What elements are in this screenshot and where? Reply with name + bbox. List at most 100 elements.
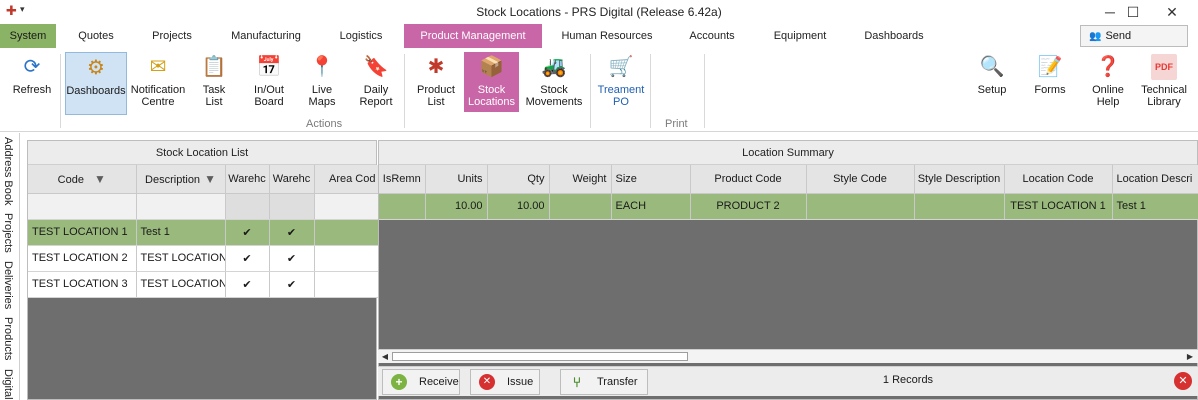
column-header-product-code[interactable]: Product Code <box>690 165 807 194</box>
column-header-weight[interactable]: Weight <box>549 165 612 194</box>
table-row[interactable]: TEST LOCATION 2 TEST LOCATION 2 ✔ ✔ <box>28 245 379 272</box>
close-icon[interactable]: ✕ <box>1174 372 1192 390</box>
dashboard-icon: ⚙ <box>87 57 105 79</box>
column-header-isremn[interactable]: IsRemn <box>379 165 426 194</box>
column-header-qty[interactable]: Qty <box>487 165 550 194</box>
cell-style-code <box>806 193 915 220</box>
filter-cell[interactable] <box>28 193 137 220</box>
maximize-button[interactable]: ☐ <box>1113 0 1153 24</box>
record-count: 1 Records <box>882 374 934 386</box>
calendar-icon: 📅 <box>256 56 282 78</box>
ribbon-separator <box>590 54 591 128</box>
tab-accounts[interactable]: Accounts <box>676 24 748 48</box>
table-row[interactable]: 10.00 10.00 EACH PRODUCT 2 TEST LOCATION… <box>379 193 1198 220</box>
daily-report-button[interactable]: 🔖 Daily Report <box>356 52 396 112</box>
task-list-icon: 📋 <box>201 56 227 78</box>
dashboards-button[interactable]: ⚙ Dashboards <box>65 52 127 115</box>
group-label-print: Print <box>665 118 688 130</box>
side-nav-products[interactable]: Products <box>2 317 14 360</box>
column-description-label: Description <box>145 173 201 186</box>
scroll-right-icon[interactable]: ▶ <box>1184 350 1196 363</box>
transfer-button[interactable]: ⑂ Transfer <box>560 369 648 395</box>
checkmark-icon[interactable]: ✔ <box>225 271 270 298</box>
issue-label: Issue <box>507 376 534 388</box>
side-nav-projects[interactable]: Projects <box>2 213 14 253</box>
side-nav-deliveries[interactable]: Deliveries <box>2 261 14 309</box>
column-header-location-description[interactable]: Location Descri <box>1112 165 1198 194</box>
product-list-button[interactable]: ✱ Product List <box>414 52 458 112</box>
filter-cell[interactable] <box>314 193 379 220</box>
ribbon-separator <box>650 54 651 128</box>
people-icon: 👥 <box>1089 31 1102 42</box>
filter-icon[interactable]: ▼ <box>94 172 106 186</box>
treament-label-1: Treament <box>597 84 645 96</box>
column-header-warehouse-2[interactable]: Warehc <box>269 165 315 194</box>
refresh-button[interactable]: ⟳ Refresh <box>8 52 56 112</box>
setup-button[interactable]: 🔍 Setup <box>972 52 1012 112</box>
tab-logistics[interactable]: Logistics <box>325 24 397 48</box>
tab-manufacturing[interactable]: Manufacturing <box>218 24 314 48</box>
column-header-code[interactable]: Code ▼ <box>28 165 137 194</box>
close-window-button[interactable]: ✕ <box>1152 0 1192 24</box>
tab-system[interactable]: System <box>0 24 56 48</box>
location-summary-title: Location Summary <box>379 141 1197 165</box>
tab-product-management[interactable]: Product Management <box>404 24 542 48</box>
map-pin-icon: 📍 <box>309 56 335 78</box>
receive-button[interactable]: + Receive <box>382 369 460 395</box>
setup-icon: 🔍 <box>979 56 1005 78</box>
table-row[interactable]: TEST LOCATION 1 Test 1 ✔ ✔ <box>28 219 379 246</box>
tab-dashboards[interactable]: Dashboards <box>852 24 936 48</box>
forms-button[interactable]: 📝 Forms <box>1030 52 1070 112</box>
cell-description: Test 1 <box>136 219 226 246</box>
filter-cell[interactable] <box>225 193 270 220</box>
checkmark-icon[interactable]: ✔ <box>269 219 315 246</box>
cell-area <box>314 219 379 246</box>
library-label-2: Library <box>1147 96 1181 108</box>
in-out-board-button[interactable]: 📅 In/Out Board <box>248 52 290 112</box>
side-nav-address-book[interactable]: Address Book <box>2 137 14 205</box>
send-notification-button[interactable]: 👥Send Notification <box>1080 25 1188 63</box>
column-header-warehouse-1[interactable]: Warehc <box>225 165 270 194</box>
column-header-size[interactable]: Size <box>611 165 691 194</box>
live-maps-button[interactable]: 📍 Live Maps <box>302 52 342 112</box>
tab-human-resources[interactable]: Human Resources <box>552 24 662 48</box>
filter-icon[interactable]: ▼ <box>204 172 216 186</box>
report-icon: 🔖 <box>363 56 389 78</box>
column-header-style-code[interactable]: Style Code <box>806 165 915 194</box>
tab-equipment[interactable]: Equipment <box>760 24 840 48</box>
filter-cell[interactable] <box>136 193 226 220</box>
online-help-button[interactable]: ❓ Online Help <box>1086 52 1130 112</box>
treament-po-button[interactable]: 🛒 Treament PO <box>596 52 646 112</box>
checkmark-icon[interactable]: ✔ <box>225 245 270 272</box>
notification-centre-button[interactable]: ✉ Notification Centre <box>128 52 188 112</box>
library-label-1: Technical <box>1141 84 1187 96</box>
tab-quotes[interactable]: Quotes <box>64 24 128 48</box>
filter-cell[interactable] <box>269 193 315 220</box>
task-list-button[interactable]: 📋 Task List <box>194 52 234 112</box>
checkmark-icon[interactable]: ✔ <box>269 245 315 272</box>
column-header-area-code[interactable]: Area Cod <box>314 165 379 194</box>
scrollbar-thumb[interactable] <box>392 352 688 361</box>
column-header-units[interactable]: Units <box>425 165 488 194</box>
technical-library-button[interactable]: PDF Technical Library <box>1138 52 1190 112</box>
checkmark-icon[interactable]: ✔ <box>269 271 315 298</box>
horizontal-scrollbar[interactable]: ◀ ▶ <box>378 349 1198 363</box>
column-header-location-code[interactable]: Location Code <box>1004 165 1113 194</box>
side-nav-digital[interactable]: Digital <box>2 369 14 400</box>
column-header-description[interactable]: Description ▼ <box>136 165 226 194</box>
table-row[interactable]: TEST LOCATION 3 TEST LOCATION 3 ✔ ✔ <box>28 271 379 298</box>
cell-description: TEST LOCATION 3 <box>136 271 226 298</box>
checkmark-icon[interactable]: ✔ <box>225 219 270 246</box>
cell-code: TEST LOCATION 2 <box>28 245 137 272</box>
tab-projects[interactable]: Projects <box>138 24 206 48</box>
group-label-actions: Actions <box>306 118 343 130</box>
setup-label: Setup <box>977 84 1007 96</box>
column-header-style-description[interactable]: Style Description <box>914 165 1005 194</box>
cell-code: TEST LOCATION 1 <box>28 219 137 246</box>
issue-button[interactable]: ✕ Issue <box>470 369 540 395</box>
scroll-left-icon[interactable]: ◀ <box>379 350 391 363</box>
stock-locations-button[interactable]: 📦 Stock Locations <box>464 52 519 112</box>
filter-row[interactable] <box>28 193 379 220</box>
stock-movements-button[interactable]: 🚜 Stock Movements <box>524 52 584 112</box>
cell-area <box>314 245 379 272</box>
